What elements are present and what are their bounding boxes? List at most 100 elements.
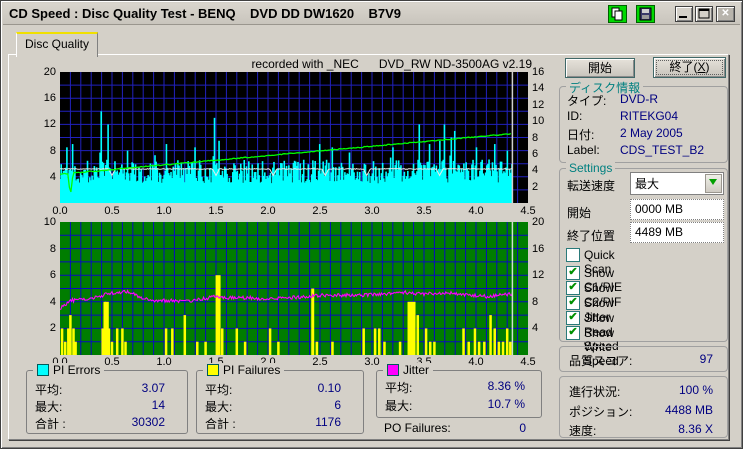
start-pos-field[interactable]: 0000 MB xyxy=(630,199,724,220)
copy-icon[interactable] xyxy=(608,5,627,23)
progress-value: 100 % xyxy=(678,383,713,397)
exit-button-label: 終了(X) xyxy=(656,60,723,75)
transfer-speed-label: 転送速度 xyxy=(567,179,616,193)
checkbox-box[interactable]: ✔ xyxy=(566,311,580,325)
disc-date-value: 2 May 2005 xyxy=(620,126,683,140)
pi-errors-statbox: PI Errors 平均: 3.07 最大: 14 合計 : 30302 xyxy=(26,363,188,434)
total-label: 合計 : xyxy=(35,417,66,431)
axis-tick: 14 xyxy=(532,82,545,95)
x-axis-tick: 4.0 xyxy=(468,356,484,368)
max-label: 最大: xyxy=(35,400,63,414)
speed-label: 速度: xyxy=(569,424,597,438)
axis-tick: 4 xyxy=(49,295,56,308)
checkbox-box[interactable]: ✔ xyxy=(566,326,580,340)
axis-tick: 20 xyxy=(43,66,56,78)
max-value: 14 xyxy=(151,398,165,412)
pi-failures-chart xyxy=(60,222,528,355)
max-label: 最大: xyxy=(385,399,413,413)
po-failures-row: PO Failures: 0 xyxy=(384,421,534,435)
x-axis-tick: 3.0 xyxy=(364,205,380,217)
axis-tick: 8 xyxy=(532,131,539,144)
chevron-down-icon xyxy=(709,179,717,185)
disc-id-label: ID: xyxy=(567,109,583,123)
avg-label: 平均: xyxy=(385,381,413,395)
x-axis-tick: 4.5 xyxy=(520,356,536,368)
exit-button[interactable]: 終了(X) xyxy=(653,57,726,78)
checkbox-box[interactable] xyxy=(566,248,580,262)
end-pos-field[interactable]: 4489 MB xyxy=(630,222,724,243)
axis-tick: 4 xyxy=(532,164,539,177)
axis-tick: 10 xyxy=(532,115,545,128)
axis-tick: 8 xyxy=(532,295,539,308)
minimize-button[interactable] xyxy=(675,6,693,22)
axis-tick: 16 xyxy=(532,242,545,255)
avg-label: 平均: xyxy=(205,383,233,397)
pi-failures-swatch xyxy=(207,364,219,376)
pi-errors-swatch xyxy=(37,364,49,376)
axis-tick: 6 xyxy=(532,147,539,160)
close-icon[interactable]: ✕ xyxy=(716,6,735,22)
speed-combobox[interactable]: 最大 xyxy=(630,172,724,195)
x-axis-tick: 2.0 xyxy=(260,205,276,217)
position-label: ポジション: xyxy=(569,405,633,419)
axis-tick: 2 xyxy=(49,322,56,335)
po-failures-label: PO Failures: xyxy=(384,421,451,435)
axis-tick: 4 xyxy=(532,322,539,335)
start-button[interactable]: 開始 xyxy=(565,58,635,78)
tab-disc-quality[interactable]: Disc Quality xyxy=(16,32,98,57)
x-axis-tick: 1.0 xyxy=(156,205,172,217)
x-axis-tick: 2.5 xyxy=(312,205,328,217)
axis-tick: 8 xyxy=(49,144,56,157)
x-axis-tick: 4.5 xyxy=(520,205,536,217)
save-icon[interactable] xyxy=(636,5,655,23)
pi-errors-title: PI Errors xyxy=(53,363,101,377)
quality-score-label: 品質スコア: xyxy=(569,354,633,368)
total-value: 30302 xyxy=(131,415,165,429)
window-title: CD Speed : Disc Quality Test - BENQ DVD … xyxy=(9,6,402,21)
axis-tick: 2 xyxy=(532,180,539,193)
disc-date-label: 日付: xyxy=(567,128,595,142)
avg-value: 3.07 xyxy=(141,381,165,395)
disc-type-label: タイプ: xyxy=(567,94,607,108)
total-label: 合計 : xyxy=(205,417,236,431)
position-value: 4488 MB xyxy=(664,403,713,417)
disc-label-value: CDS_TEST_B2 xyxy=(620,143,705,157)
jitter-title: Jitter xyxy=(403,363,430,377)
checkbox-box[interactable]: ✔ xyxy=(566,266,580,280)
maximize-button[interactable] xyxy=(695,6,713,22)
x-axis-tick: 0.5 xyxy=(104,205,120,217)
x-axis-tick: 2.5 xyxy=(312,356,328,368)
quality-score-box: 品質スコア: 97 xyxy=(559,346,728,372)
settings-title: Settings xyxy=(566,161,616,175)
pi-failures-statbox: PI Failures 平均: 0.10 最大: 6 合計 : 1176 xyxy=(196,363,364,434)
recorded-with-label: recorded with _NEC DVD_RW ND-3500AG v2.1… xyxy=(251,57,532,71)
titlebar[interactable]: CD Speed : Disc Quality Test - BENQ DVD … xyxy=(3,3,740,25)
po-failures-value: 0 xyxy=(519,421,526,435)
axis-tick: 12 xyxy=(532,269,545,282)
jitter-swatch xyxy=(387,364,399,376)
avg-value: 8.36 % xyxy=(487,379,525,393)
x-axis-tick: 1.0 xyxy=(156,356,172,368)
checkbox-box[interactable]: ✔ xyxy=(566,296,580,310)
axis-tick: 4 xyxy=(49,170,56,183)
x-axis-tick: 1.5 xyxy=(208,205,224,217)
speed-combobox-value: 最大 xyxy=(635,177,660,191)
disc-type-value: DVD-R xyxy=(620,92,658,106)
axis-tick: 12 xyxy=(532,98,545,111)
start-pos-label: 開始 xyxy=(567,206,592,220)
axis-tick: 8 xyxy=(49,242,56,255)
quality-score-value: 97 xyxy=(699,352,713,366)
combo-dropdown-button[interactable] xyxy=(705,174,722,193)
pi-failures-title: PI Failures xyxy=(223,363,281,377)
avg-label: 平均: xyxy=(35,383,63,397)
x-axis-tick: 4.0 xyxy=(468,205,484,217)
jitter-statbox: Jitter 平均: 8.36 % 最大: 10.7 % xyxy=(376,363,542,418)
total-value: 1176 xyxy=(315,415,341,429)
x-axis-tick: 3.5 xyxy=(416,205,432,217)
pi-errors-chart xyxy=(60,72,528,203)
disc-id-value: RITEKG04 xyxy=(620,109,679,123)
axis-tick: 16 xyxy=(532,66,545,78)
checkbox-box[interactable]: ✔ xyxy=(566,281,580,295)
speed-value: 8.36 X xyxy=(678,422,713,436)
max-label: 最大: xyxy=(205,400,233,414)
